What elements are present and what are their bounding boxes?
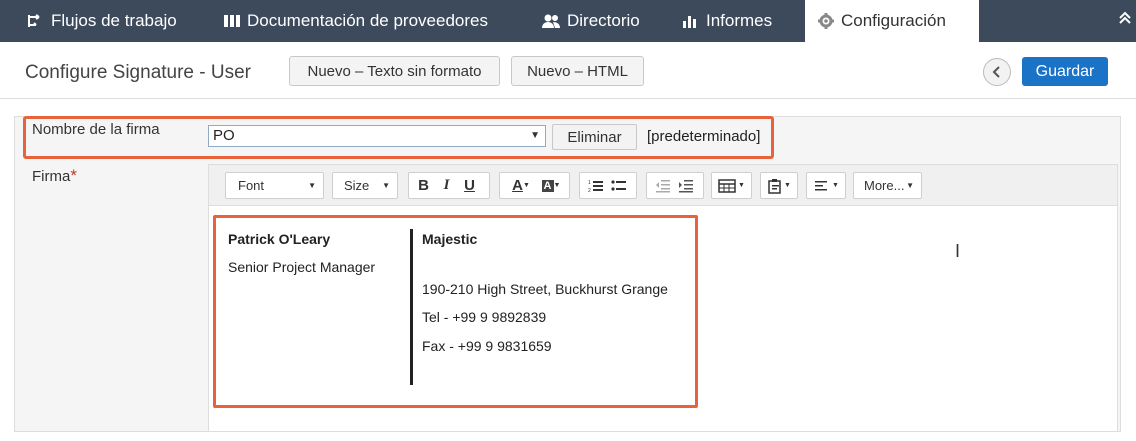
italic-icon[interactable]: I	[435, 173, 458, 198]
save-button[interactable]: Guardar	[1022, 57, 1108, 86]
caret-down-icon: ▼	[906, 181, 914, 190]
nav-item-workflows[interactable]: Flujos de trabajo	[27, 0, 177, 42]
new-html-button[interactable]: Nuevo – HTML	[511, 56, 644, 86]
nav-label: Documentación de proveedores	[247, 11, 488, 30]
more-dropdown-label: More...	[864, 178, 905, 193]
font-dropdown-label: Font	[238, 178, 265, 193]
underline-icon[interactable]: U	[458, 173, 481, 198]
top-nav: Flujos de trabajo Documentación de prove…	[0, 0, 1136, 42]
workflow-icon	[27, 13, 45, 29]
signature-name: Patrick O'Leary	[228, 231, 331, 247]
caret-down-icon: ▼	[530, 130, 540, 141]
signature-tel: Tel - +99 9 9892839	[422, 309, 547, 325]
delete-button[interactable]: Eliminar	[552, 124, 637, 150]
signature-label-text: Firma	[32, 168, 71, 185]
highlight-color-icon[interactable]: A ▼	[536, 173, 566, 198]
caret-down-icon: ▼	[382, 181, 390, 190]
nav-item-supplier-docs[interactable]: Documentación de proveedores	[223, 0, 488, 42]
font-dropdown[interactable]: Font ▼	[225, 172, 324, 199]
signature-address: 190-210 High Street, Buckhurst Grange	[422, 281, 668, 297]
signature-role: Senior Project Manager	[228, 259, 376, 275]
text-style-group: B I U	[408, 172, 490, 199]
svg-text:2: 2	[588, 188, 591, 193]
more-dropdown[interactable]: More... ▼	[853, 172, 922, 199]
gear-icon	[817, 12, 835, 30]
font-color-icon[interactable]: A ▼	[506, 173, 536, 198]
people-icon	[541, 13, 561, 29]
nav-label: Configuración	[841, 11, 946, 30]
size-dropdown-label: Size	[344, 178, 370, 193]
nav-label: Informes	[706, 11, 773, 30]
page-title: Configure Signature - User	[25, 62, 251, 83]
clipboard-icon	[768, 178, 781, 194]
indent-group	[646, 172, 704, 199]
bar-chart-icon	[682, 13, 700, 29]
select-value: PO	[213, 127, 235, 144]
signature-label: Firma*	[32, 166, 77, 186]
signature-divider	[410, 229, 413, 385]
table-button[interactable]: ▼	[711, 172, 752, 199]
list-group: 12	[579, 172, 637, 199]
nav-item-directory[interactable]: Directorio	[541, 0, 640, 42]
align-left-icon	[815, 180, 827, 190]
caret-down-icon: ▼	[308, 181, 316, 190]
bold-icon[interactable]: B	[412, 173, 435, 198]
nav-item-settings[interactable]: Configuración	[805, 0, 979, 42]
text-cursor-icon: I	[955, 241, 961, 261]
editor-toolbar: Font ▼ Size ▼ B I U A ▼ A ▼ 12 ▼ ▼ ▼ Mor…	[209, 165, 1117, 206]
signature-company: Majestic	[422, 231, 478, 247]
nav-label: Directorio	[567, 11, 640, 30]
collapse-icon[interactable]	[1118, 11, 1132, 30]
size-dropdown[interactable]: Size ▼	[332, 172, 398, 199]
signature-name-label: Nombre de la firma	[32, 121, 160, 138]
signature-name-select[interactable]: PO ▼	[208, 125, 546, 147]
library-icon	[223, 13, 241, 29]
table-icon	[718, 178, 736, 193]
outdent-icon[interactable]	[651, 173, 674, 198]
paste-button[interactable]: ▼	[760, 172, 798, 199]
required-mark: *	[70, 166, 77, 185]
svg-text:1: 1	[588, 180, 591, 186]
new-plain-text-button[interactable]: Nuevo – Texto sin formato	[289, 56, 500, 86]
default-tag: [predeterminado]	[647, 128, 761, 145]
page-header: Configure Signature - User Nuevo – Texto…	[0, 42, 1136, 99]
signature-fax: Fax - +99 9 9831659	[422, 338, 552, 354]
align-button[interactable]: ▼	[806, 172, 846, 199]
bullet-list-icon[interactable]	[607, 173, 630, 198]
color-group: A ▼ A ▼	[499, 172, 570, 199]
back-button[interactable]	[983, 58, 1011, 86]
nav-item-reports[interactable]: Informes	[682, 0, 772, 42]
ordered-list-icon[interactable]: 12	[584, 173, 607, 198]
nav-label: Flujos de trabajo	[51, 11, 177, 30]
chevron-left-icon	[992, 66, 1000, 78]
indent-icon[interactable]	[674, 173, 697, 198]
